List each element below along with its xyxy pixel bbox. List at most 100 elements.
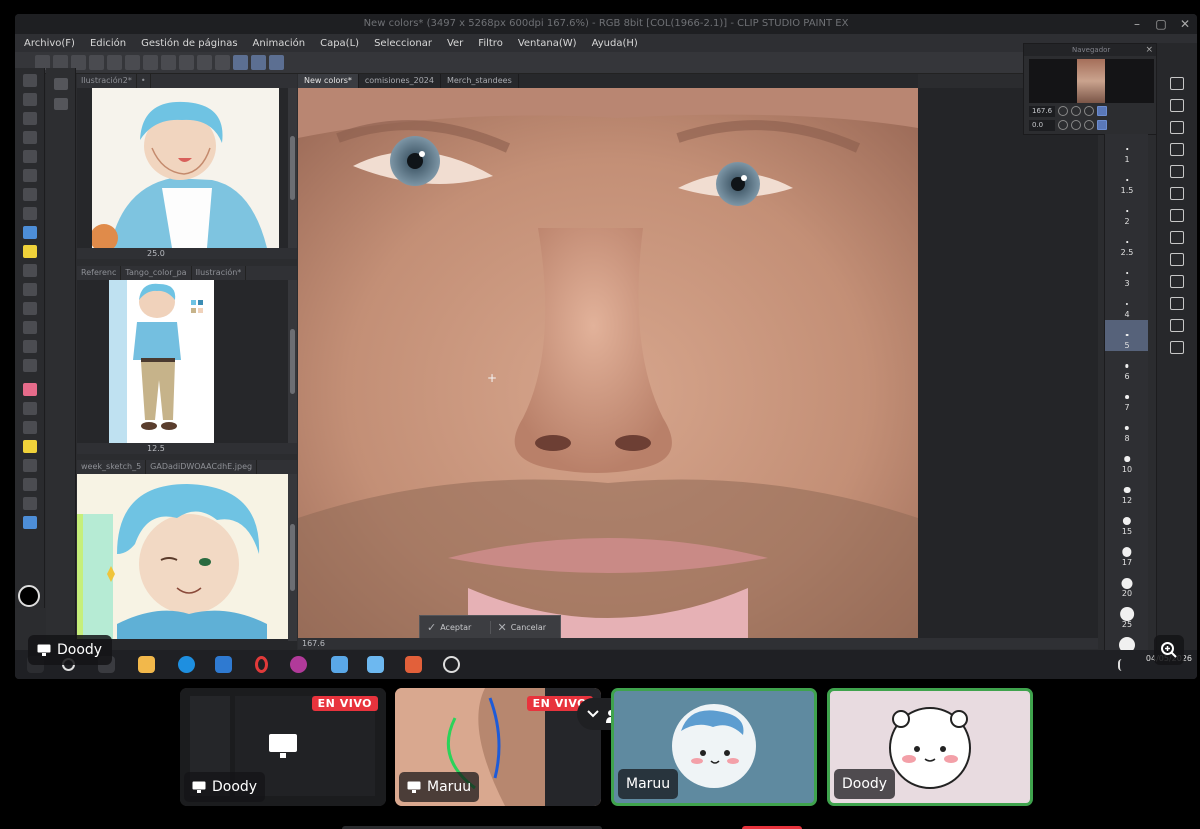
ref-tab-gadadi-jpeg[interactable]: GADadiDWOAACdhE.jpeg [146,460,258,474]
app-icon[interactable] [405,656,422,673]
zoom-out-icon[interactable] [1058,106,1068,116]
brush-size-1-5[interactable]: 1.5 [1105,165,1148,196]
actual-size-icon[interactable] [1097,106,1107,116]
snap-grid-icon[interactable] [269,55,284,70]
canvas-photo[interactable]: + [298,88,918,638]
csp-secondary-icon[interactable] [367,656,384,673]
flip-horizontal-icon[interactable] [1097,120,1107,130]
eyedropper-tool-icon[interactable] [23,188,37,201]
brush-size-2[interactable]: 2 [1105,196,1148,227]
stream-tile-maruu[interactable]: EN VIVO Maruu [395,688,601,806]
layers-duplicate-icon[interactable] [1170,297,1184,310]
zoom-stream-button[interactable] [1154,635,1184,665]
layers-stack-icon[interactable] [1170,275,1184,288]
history-icon[interactable] [1170,319,1184,332]
brush-size-4[interactable]: 4 [1105,289,1148,320]
brush-size-20[interactable]: 20 [1105,568,1148,599]
reset-rotation-icon[interactable] [1084,120,1094,130]
brush-size-6[interactable]: 6 [1105,351,1148,382]
brush-size-15[interactable]: 15 [1105,506,1148,537]
menu-edicion[interactable]: Edición [90,38,126,49]
move-tool-icon[interactable] [23,93,37,106]
brush-size-1[interactable]: 1 [1105,134,1148,165]
ref-tab-dot[interactable]: • [137,74,151,88]
blend-tool-icon[interactable] [23,340,37,353]
opera-gx-icon[interactable] [290,656,307,673]
transform-icon[interactable] [161,55,176,70]
fit-icon[interactable] [1084,106,1094,116]
brush-size-5[interactable]: 5 [1105,320,1148,351]
layer-property-icon[interactable] [1170,187,1184,200]
menu-ver[interactable]: Ver [447,38,463,49]
intermediate-color-icon[interactable] [1170,121,1184,134]
ref-tab-referencias[interactable]: Referenc [77,266,122,280]
crop-icon[interactable] [215,55,230,70]
eraser-tool-icon[interactable] [23,302,37,315]
csp-icon[interactable] [331,656,348,673]
operation-tool-icon[interactable] [23,112,37,125]
correct-line-tool-icon[interactable] [23,497,37,510]
pen-tray-icon[interactable] [1118,659,1130,671]
fill-tool-icon[interactable] [23,359,37,372]
rotate-right-icon[interactable] [1071,120,1081,130]
layer-icon[interactable] [1170,253,1184,266]
sub-tool-settings-icon[interactable] [54,98,68,110]
ref-tab-ilustracion2[interactable]: Ilustración2* [77,74,137,88]
selection-tool-icon[interactable] [23,150,37,163]
menu-seleccionar[interactable]: Seleccionar [374,38,432,49]
menu-animacion[interactable]: Animación [253,38,306,49]
color-swap-icon[interactable] [23,516,37,529]
pen-tool-icon[interactable] [23,226,37,239]
close-button[interactable]: ✕ [1173,14,1197,34]
gradient-tool-icon[interactable] [23,383,37,396]
menu-ventana[interactable]: Ventana(W) [518,38,577,49]
ref-tab-ilustracion[interactable]: Ilustración* [192,266,247,280]
menu-ayuda[interactable]: Ayuda(H) [592,38,638,49]
menu-gestion-paginas[interactable]: Gestión de páginas [141,38,237,49]
figure-tool-icon[interactable] [23,402,37,415]
ref-zoom-value[interactable]: 25.0 [77,248,297,259]
navigator-preview[interactable] [1029,59,1154,103]
brush-tool-icon[interactable] [23,264,37,277]
doc-tab-comisiones[interactable]: comisiones_2024 [359,74,441,88]
brush-size-17[interactable]: 17 [1105,537,1148,568]
doc-tab-merch-standees[interactable]: Merch_standees [441,74,519,88]
brush-size-7[interactable]: 7 [1105,382,1148,413]
brush-size-12[interactable]: 12 [1105,475,1148,506]
menu-archivo[interactable]: Archivo(F) [24,38,75,49]
brush-size-2-5[interactable]: 2.5 [1105,227,1148,258]
opera-icon[interactable] [255,656,268,673]
zoom-in-icon[interactable] [1071,106,1081,116]
snap-ruler-icon[interactable] [233,55,248,70]
sub-tool-icon[interactable] [54,78,68,90]
close-icon[interactable]: × [1145,44,1153,56]
auto-select-tool-icon[interactable] [23,169,37,182]
rotate-left-icon[interactable] [1058,120,1068,130]
navigator-zoom-input[interactable]: 167.6 [1029,105,1055,117]
chevron-down-icon[interactable] [586,709,600,719]
accept-button[interactable]: ✓ Aceptar [420,621,490,634]
menu-filtro[interactable]: Filtro [478,38,503,49]
ruler-tool-icon[interactable] [23,440,37,453]
search-layer-icon[interactable] [1170,209,1184,222]
main-color-swatch[interactable] [18,585,40,607]
stream-tile-doody[interactable]: EN VIVO Doody [180,688,386,806]
invert-selection-icon[interactable] [197,55,212,70]
zoom-tool-icon[interactable] [23,74,37,87]
ref-zoom-value[interactable]: 12.5 [77,443,297,454]
approximate-color-icon[interactable] [1170,143,1184,156]
cancel-button[interactable]: ✕ Cancelar [489,620,561,634]
brush-size-25[interactable]: 25 [1105,599,1148,630]
canvas-zoom-status[interactable]: 167.6 [298,638,1098,649]
maximize-button[interactable]: ▢ [1149,14,1173,34]
snap-special-ruler-icon[interactable] [251,55,266,70]
doc-tab-new-colors[interactable]: New colors* [298,74,359,88]
redo-icon[interactable] [107,55,122,70]
ref-tab-tango-color[interactable]: Tango_color_pa [121,266,192,280]
edge-icon[interactable] [178,656,195,673]
pencil-tool-icon[interactable] [23,245,37,258]
avatar-tile-doody[interactable]: Doody [827,688,1033,806]
color-set-icon[interactable] [1170,99,1184,112]
balloon-tool-icon[interactable] [23,478,37,491]
undo-icon[interactable] [89,55,104,70]
